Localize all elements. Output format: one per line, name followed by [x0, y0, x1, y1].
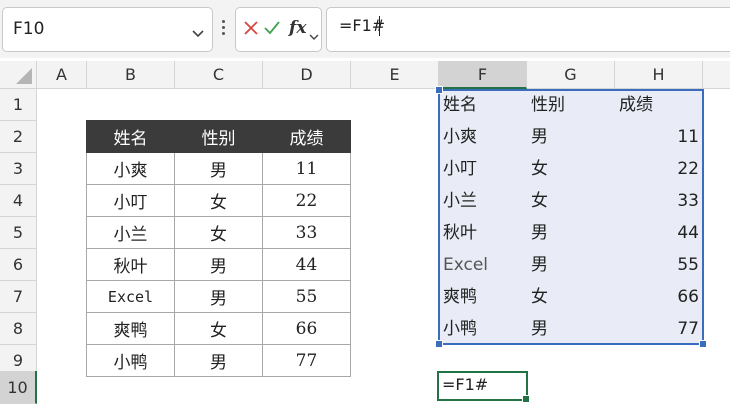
column-header-a[interactable]: A	[37, 61, 87, 89]
name-box-value: F10	[13, 19, 45, 39]
spill-handle	[699, 340, 707, 348]
table-cell[interactable]: 男	[174, 152, 263, 185]
spill-cell[interactable]: 小兰	[443, 185, 477, 217]
table-row: 小兰 女 33	[86, 216, 351, 249]
cancel-icon[interactable]	[244, 20, 258, 39]
table-cell[interactable]: 66	[262, 312, 351, 345]
formula-actions: fx	[235, 7, 322, 52]
column-header-d[interactable]: D	[263, 61, 351, 89]
table-cell[interactable]: 44	[262, 248, 351, 281]
spill-handle	[435, 86, 443, 94]
active-cell[interactable]: =F1#	[437, 371, 530, 403]
spill-cell[interactable]: 小叮	[443, 153, 477, 185]
spill-cell[interactable]: 66	[619, 281, 699, 313]
spill-cell[interactable]: 女	[531, 281, 548, 313]
column-header-e[interactable]: E	[351, 61, 439, 89]
spill-cell[interactable]: 男	[531, 313, 548, 345]
confirm-icon[interactable]	[264, 20, 280, 39]
spill-cell[interactable]: 55	[619, 249, 699, 281]
table-cell[interactable]: 秋叶	[86, 248, 175, 281]
table-cell[interactable]: 22	[262, 184, 351, 217]
fill-handle[interactable]	[522, 395, 530, 403]
column-header-b[interactable]: B	[87, 61, 175, 89]
source-table: 姓名 性别 成绩 小爽 男 11 小叮 女 22 小兰 女 33 秋叶 男 44…	[86, 120, 351, 377]
table-row: 秋叶 男 44	[86, 248, 351, 281]
row-header-2[interactable]: 2	[0, 121, 37, 153]
table-cell[interactable]: 男	[174, 280, 263, 313]
row-header-1[interactable]: 1	[0, 89, 37, 121]
row-header-5[interactable]: 5	[0, 217, 37, 249]
spill-cell[interactable]: 性别	[531, 89, 565, 121]
formula-input[interactable]: =F1#	[326, 7, 730, 52]
spill-cell[interactable]: 77	[619, 313, 699, 345]
formula-toolbar: F10 fx =F1#	[0, 0, 730, 58]
header-cell[interactable]: 姓名	[86, 120, 175, 153]
column-header-f[interactable]: F	[439, 61, 527, 89]
column-header-partial[interactable]	[703, 61, 730, 89]
spill-cell[interactable]: 女	[531, 153, 548, 185]
table-cell[interactable]: 男	[174, 344, 263, 377]
table-cell[interactable]: 55	[262, 280, 351, 313]
spill-cell[interactable]: 姓名	[443, 89, 477, 121]
table-cell[interactable]: 小鸭	[86, 344, 175, 377]
table-cell[interactable]: 女	[174, 312, 263, 345]
table-row: 小叮 女 22	[86, 184, 351, 217]
table-header-row: 姓名 性别 成绩	[86, 120, 351, 153]
row-header-3[interactable]: 3	[0, 153, 37, 185]
row-header-4[interactable]: 4	[0, 185, 37, 217]
table-cell[interactable]: 女	[174, 216, 263, 249]
spill-cell[interactable]: 男	[531, 217, 548, 249]
table-row: 小爽 男 11	[86, 152, 351, 185]
insert-function-icon[interactable]: fx	[289, 18, 306, 38]
table-row: 小鸭 男 77	[86, 344, 351, 377]
spill-cell[interactable]: 33	[619, 185, 699, 217]
spill-cell[interactable]: 44	[619, 217, 699, 249]
spill-cell[interactable]: 男	[531, 249, 548, 281]
row-header-7[interactable]: 7	[0, 281, 37, 313]
chevron-down-icon[interactable]	[192, 23, 204, 42]
spill-cell[interactable]: 11	[619, 121, 699, 153]
spill-cell[interactable]: 女	[531, 185, 548, 217]
table-cell[interactable]: 小叮	[86, 184, 175, 217]
table-row: Excel 男 55	[86, 280, 351, 313]
name-box[interactable]: F10	[2, 7, 213, 52]
table-row: 爽鸭 女 66	[86, 312, 351, 345]
table-cell[interactable]: 33	[262, 216, 351, 249]
spill-cell[interactable]: 成绩	[619, 89, 653, 121]
header-cell[interactable]: 成绩	[262, 120, 351, 153]
text-caret	[379, 16, 380, 36]
column-header-g[interactable]: G	[527, 61, 615, 89]
table-cell[interactable]: 11	[262, 152, 351, 185]
table-cell[interactable]: Excel	[86, 280, 175, 313]
table-cell[interactable]: 女	[174, 184, 263, 217]
select-all-corner[interactable]	[0, 61, 37, 89]
spill-handle	[435, 340, 443, 348]
row-header-6[interactable]: 6	[0, 249, 37, 281]
row-header-8[interactable]: 8	[0, 313, 37, 345]
column-header-c[interactable]: C	[175, 61, 263, 89]
active-cell-formula: =F1#	[442, 375, 489, 394]
spill-cell[interactable]: 秋叶	[443, 217, 477, 249]
column-header-h[interactable]: H	[615, 61, 703, 89]
spill-cell[interactable]: Excel	[443, 249, 488, 281]
spill-cell[interactable]: 男	[531, 121, 548, 153]
table-cell[interactable]: 77	[262, 344, 351, 377]
table-cell[interactable]: 男	[174, 248, 263, 281]
table-cell[interactable]: 爽鸭	[86, 312, 175, 345]
table-cell[interactable]: 小爽	[86, 152, 175, 185]
spill-cell[interactable]: 爽鸭	[443, 281, 477, 313]
header-cell[interactable]: 性别	[174, 120, 263, 153]
spill-cell[interactable]: 小鸭	[443, 313, 477, 345]
fx-chevron-down-icon[interactable]	[309, 26, 319, 45]
more-options-icon[interactable]	[221, 18, 227, 40]
row-header-10[interactable]: 10	[0, 371, 37, 404]
table-cell[interactable]: 小兰	[86, 216, 175, 249]
spill-cell[interactable]: 小爽	[443, 121, 477, 153]
spill-cell[interactable]: 22	[619, 153, 699, 185]
